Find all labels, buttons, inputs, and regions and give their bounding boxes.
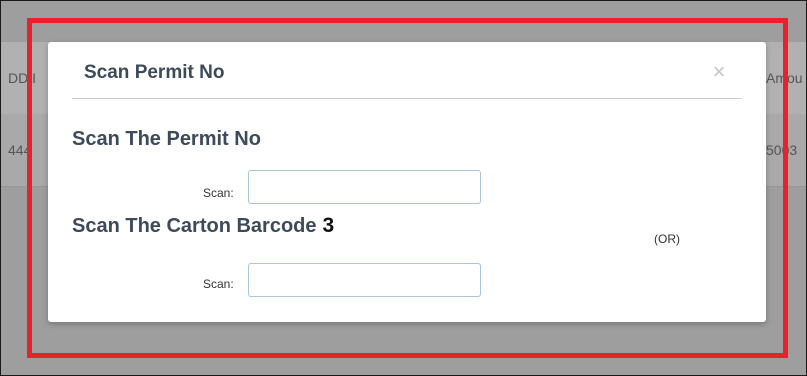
screenshot-border — [0, 0, 807, 376]
screen: DD I Amou 444 5003 Scan Permit No × Scan… — [0, 0, 807, 376]
